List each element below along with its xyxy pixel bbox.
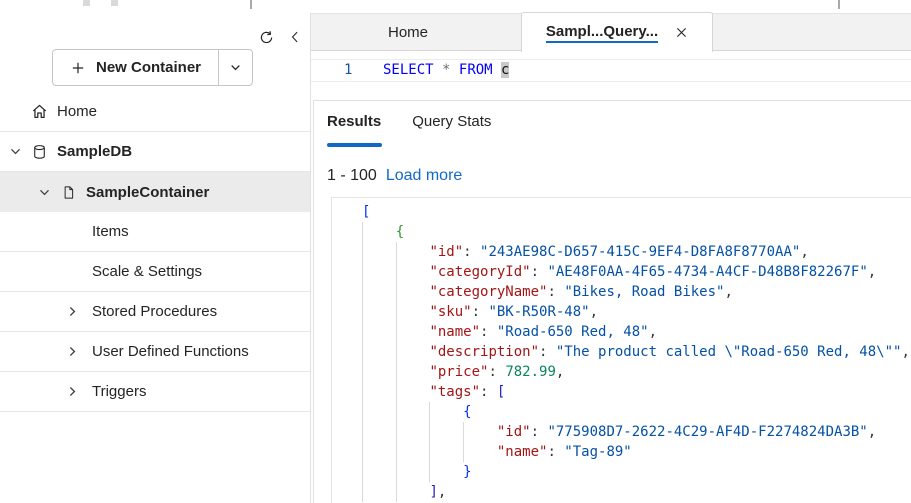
sidebar-item-scale-settings[interactable]: Scale & Settings xyxy=(0,252,310,292)
sidebar-item-user-defined-functions[interactable]: User Defined Functions xyxy=(0,332,310,372)
chevron-right-icon xyxy=(66,305,79,318)
sidebar-item-samplecontainer-selected[interactable]: SampleContainer xyxy=(0,172,310,212)
code-line: "sku": "BK-R50R-48", xyxy=(362,302,910,322)
collapse-sidebar-button[interactable] xyxy=(284,26,306,48)
code-line: "id": "243AE98C-D657-415C-9EF4-D8FA8F877… xyxy=(362,242,910,262)
tab-home-label: Home xyxy=(388,24,428,41)
code-line: } xyxy=(362,462,910,482)
results-range-row: 1 - 100 Load more xyxy=(327,167,462,185)
code-line: ], xyxy=(362,482,910,502)
code-line: [ xyxy=(362,202,910,222)
top-edge-artifact xyxy=(838,0,840,9)
refresh-button[interactable] xyxy=(255,26,277,48)
code-line: "price": 782.99, xyxy=(362,362,910,382)
query-results-panel: Results Query Stats 1 - 100 Load more [ … xyxy=(313,100,911,503)
chevron-down-icon xyxy=(9,145,22,158)
sidebar-item-label: Scale & Settings xyxy=(92,263,202,280)
top-edge-artifact xyxy=(83,0,90,6)
new-container-label: New Container xyxy=(96,59,201,76)
new-container-split-button: New Container xyxy=(52,49,253,86)
results-pivot-tabs: Results Query Stats xyxy=(327,113,491,130)
document-icon xyxy=(61,184,76,201)
tab-query-stats[interactable]: Query Stats xyxy=(412,113,491,130)
tab-query-active[interactable]: Sampl...Query... xyxy=(521,12,713,52)
sidebar-item-label: Home xyxy=(57,103,97,120)
sidebar-item-sampledb[interactable]: SampleDB xyxy=(0,132,310,172)
result-document-json: [ { "id": "243AE98C-D657-415C-9EF4-D8FA8… xyxy=(362,202,910,502)
code-line: "description": "The product called \"Roa… xyxy=(362,342,910,362)
line-number: 1 xyxy=(344,60,352,81)
new-container-dropdown-button[interactable] xyxy=(218,50,252,85)
sidebar-item-label: SampleContainer xyxy=(86,184,209,201)
home-icon xyxy=(30,102,49,121)
query-text: SELECT * FROM c xyxy=(383,60,509,81)
tab-home[interactable]: Home xyxy=(363,14,453,50)
sidebar-item-home[interactable]: Home xyxy=(0,92,310,132)
tab-results[interactable]: Results xyxy=(327,113,381,130)
query-editor[interactable]: 1 SELECT * FROM c xyxy=(311,51,911,100)
code-line: "categoryName": "Bikes, Road Bikes", xyxy=(362,282,910,302)
document-tab-bar: Home Sampl...Query... xyxy=(311,13,911,51)
sidebar-item-label: Items xyxy=(92,223,129,240)
chevron-down-icon xyxy=(38,186,51,199)
top-edge-artifact xyxy=(250,0,252,9)
close-tab-button[interactable] xyxy=(674,26,688,40)
chevron-right-icon xyxy=(66,385,79,398)
code-line: "id": "775908D7-2622-4C29-AF4D-F2274824D… xyxy=(362,422,910,442)
sidebar-item-label: Triggers xyxy=(92,383,146,400)
sidebar-item-label: SampleDB xyxy=(57,143,132,160)
top-edge-artifact xyxy=(111,0,118,6)
sidebar-item-triggers[interactable]: Triggers xyxy=(0,372,310,412)
results-json-editor[interactable]: [ { "id": "243AE98C-D657-415C-9EF4-D8FA8… xyxy=(331,197,911,503)
tab-query-label: Sampl...Query... xyxy=(546,23,658,43)
results-range: 1 - 100 xyxy=(327,167,377,185)
code-line: { xyxy=(362,222,910,242)
sidebar-item-items[interactable]: Items xyxy=(0,212,310,252)
chevron-left-icon xyxy=(288,30,302,44)
close-icon xyxy=(676,27,687,38)
database-icon xyxy=(31,143,48,161)
code-line: "categoryId": "AE48F0AA-4F65-4734-A4CF-D… xyxy=(362,262,910,282)
plus-icon xyxy=(70,60,86,76)
code-line: "name": "Tag-89" xyxy=(362,442,910,462)
chevron-down-icon xyxy=(229,61,242,74)
code-line: "tags": [ xyxy=(362,382,910,402)
code-line: "name": "Road-650 Red, 48", xyxy=(362,322,910,342)
data-explorer-screen: New Container Home xyxy=(0,0,911,503)
top-edge-strip xyxy=(0,0,911,13)
load-more-link[interactable]: Load more xyxy=(386,167,463,185)
sidebar-item-label: User Defined Functions xyxy=(92,343,249,360)
active-tab-indicator xyxy=(327,143,382,147)
sidebar-item-stored-procedures[interactable]: Stored Procedures xyxy=(0,292,310,332)
refresh-icon xyxy=(258,29,275,46)
resource-tree-sidebar: New Container Home xyxy=(0,13,311,503)
sidebar-item-label: Stored Procedures xyxy=(92,303,217,320)
chevron-right-icon xyxy=(66,345,79,358)
code-line: { xyxy=(362,402,910,422)
resource-tree: Home SampleDB xyxy=(0,92,310,412)
new-container-button[interactable]: New Container xyxy=(53,50,218,85)
